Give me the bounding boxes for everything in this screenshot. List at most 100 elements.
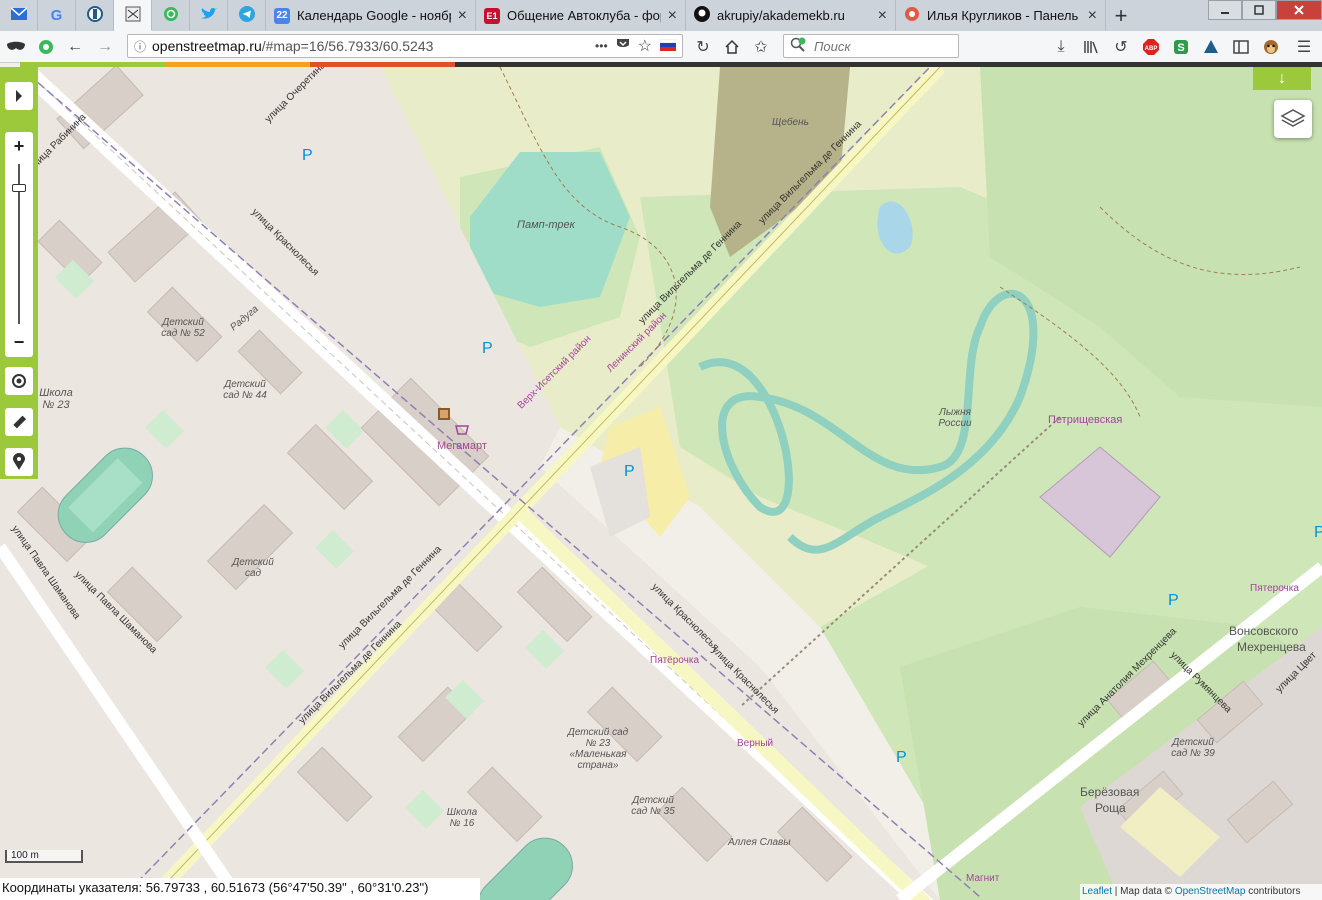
label-kindergarten: Детский сад	[232, 557, 274, 579]
bookmark-star-icon[interactable]: ☆	[638, 36, 652, 56]
url-path: /#map=16/56.7933/60.5243	[261, 38, 434, 54]
twitter-icon	[200, 7, 218, 24]
label-kindergarten-52: Детский сад № 52	[161, 317, 205, 339]
label-petrishchevskaya: Петрищевская	[1048, 414, 1123, 426]
extension-s-icon[interactable]: S	[1167, 34, 1195, 60]
search-input[interactable]	[812, 37, 946, 55]
green-ring-icon[interactable]	[32, 34, 60, 60]
downloads-icon[interactable]: ⤓	[1047, 34, 1075, 60]
label-ski-russia-1: Лыжня России	[938, 407, 972, 429]
osm-link[interactable]: OpenStreetMap	[1175, 886, 1246, 897]
reload-button[interactable]: ↻	[689, 34, 717, 60]
label-kindergarten-23: Детский сад № 23 «Маленькая страна»	[567, 727, 629, 771]
sidebar-icon[interactable]	[1227, 34, 1255, 60]
adblock-icon[interactable]: ABP	[1137, 34, 1165, 60]
info-icon[interactable]: ⓘ	[128, 38, 152, 55]
tab-autoclub-forum[interactable]: E1 Общение Автоклуба - фору ×	[476, 0, 686, 31]
ruler-icon	[13, 415, 27, 429]
parking-icon: P	[302, 147, 313, 164]
address-bar[interactable]: ⓘ openstreetmap.ru/#map=16/56.7933/60.52…	[127, 34, 683, 58]
back-button[interactable]: ←	[61, 34, 89, 60]
google-icon: G	[50, 7, 63, 24]
tab-bar: G 22 Календарь Google - ноябрь × E1 Обще…	[0, 0, 1322, 32]
pinned-tab-osm-active[interactable]	[114, 0, 152, 31]
zoom-control: + −	[5, 132, 33, 357]
tab-title: akrupiy/akademekb.ru	[717, 8, 845, 23]
pocket-icon[interactable]	[616, 38, 630, 54]
close-window-button[interactable]	[1276, 0, 1322, 20]
svg-text:S: S	[1177, 42, 1184, 54]
zoom-out-button[interactable]: −	[5, 330, 33, 354]
tab-close-button[interactable]: ×	[1088, 7, 1097, 25]
tab-title: Общение Автоклуба - фору	[507, 8, 661, 23]
new-tab-button[interactable]: +	[1106, 0, 1136, 31]
label-kindergarten-44: Детский сад № 44	[223, 379, 267, 401]
attribution-sep: | Map data ©	[1112, 886, 1175, 897]
home-icon[interactable]	[718, 34, 746, 60]
label-megamart: Мегамарт	[437, 440, 487, 452]
layers-icon	[1280, 109, 1306, 127]
page-actions-icon[interactable]: •••	[595, 39, 608, 53]
label-gravel: Щебень	[772, 117, 809, 128]
russian-flag-icon[interactable]	[659, 38, 677, 54]
url-text[interactable]: openstreetmap.ru/#map=16/56.7933/60.5243	[152, 38, 595, 54]
zoom-in-button[interactable]: +	[5, 134, 33, 158]
pointer-coordinates: Координаты указателя: 56.79733 , 60.5167…	[0, 878, 480, 900]
parking-icon: P	[624, 463, 635, 480]
spiral-icon	[163, 6, 179, 25]
menu-hamburger-icon[interactable]: ☰	[1290, 34, 1318, 60]
label-school-16: Школа № 16	[446, 807, 478, 829]
pinned-tab-telegram[interactable]	[228, 0, 266, 31]
pinned-tab-twitter[interactable]	[190, 0, 228, 31]
gear-icon	[904, 6, 920, 25]
label-school-23: Школа № 23	[39, 387, 73, 411]
label-magnit: Магнит	[966, 873, 1000, 884]
marker-icon	[13, 453, 25, 470]
label-pyaterochka-2: Пятёрочка	[650, 655, 700, 666]
svg-text:ABP: ABP	[1145, 46, 1158, 52]
label-vernyi: Верный	[737, 738, 774, 749]
extension-triangle-icon[interactable]	[1197, 34, 1225, 60]
locate-me-button[interactable]	[5, 367, 33, 395]
maximize-button[interactable]	[1242, 0, 1276, 20]
window-controls	[1208, 0, 1322, 20]
label-berezovaya: Берёзовая	[1080, 785, 1140, 799]
crosshair-icon	[12, 374, 26, 388]
layers-button[interactable]	[1274, 100, 1312, 138]
map-scale-bar: 100 m	[5, 850, 83, 863]
tab-title: Календарь Google - ноябрь	[297, 8, 451, 23]
pinned-tab-ninja[interactable]	[76, 0, 114, 31]
bookmarks-manager-icon[interactable]: ✩	[747, 34, 775, 60]
tab-close-button[interactable]: ×	[458, 7, 467, 25]
pinned-tab-google[interactable]: G	[38, 0, 76, 31]
map-canvas[interactable]: Памп-трек Щебень Мегамарт Верх-Исетский …	[0, 67, 1322, 900]
map-graphics	[0, 67, 1322, 900]
measure-ruler-button[interactable]	[5, 408, 33, 436]
label-pump-track: Памп-трек	[517, 219, 575, 231]
attribution-contrib: contributors	[1245, 886, 1301, 897]
add-marker-button[interactable]	[5, 448, 33, 476]
private-mask-icon[interactable]	[2, 34, 30, 60]
tab-close-button[interactable]: ×	[668, 7, 677, 25]
github-icon	[694, 6, 710, 25]
tab-github[interactable]: akrupiy/akademekb.ru ×	[686, 0, 896, 31]
leaflet-link[interactable]: Leaflet	[1082, 886, 1112, 897]
search-engine-icon[interactable]	[790, 37, 806, 56]
history-icon[interactable]: ↺	[1107, 34, 1135, 60]
calendar-icon: 22	[274, 7, 290, 24]
zoom-slider-handle[interactable]	[12, 184, 26, 192]
tab-close-button[interactable]: ×	[878, 7, 887, 25]
download-button[interactable]: ↓	[1253, 67, 1311, 90]
pinned-tab-mail[interactable]	[0, 0, 38, 31]
tab-google-calendar[interactable]: 22 Календарь Google - ноябрь ×	[266, 0, 476, 31]
search-box[interactable]	[783, 34, 959, 58]
library-icon[interactable]	[1077, 34, 1105, 60]
tab-dashboard[interactable]: Илья Кругликов - Панель уп ×	[896, 0, 1106, 31]
pinned-tab-circle[interactable]	[152, 0, 190, 31]
minimize-button[interactable]	[1208, 0, 1242, 20]
parking-icon: P	[1314, 524, 1322, 541]
parking-icon: P	[1168, 592, 1179, 609]
sidebar-toggle-button[interactable]	[5, 82, 33, 110]
forward-button[interactable]: →	[91, 34, 119, 60]
monkey-icon[interactable]	[1257, 34, 1285, 60]
